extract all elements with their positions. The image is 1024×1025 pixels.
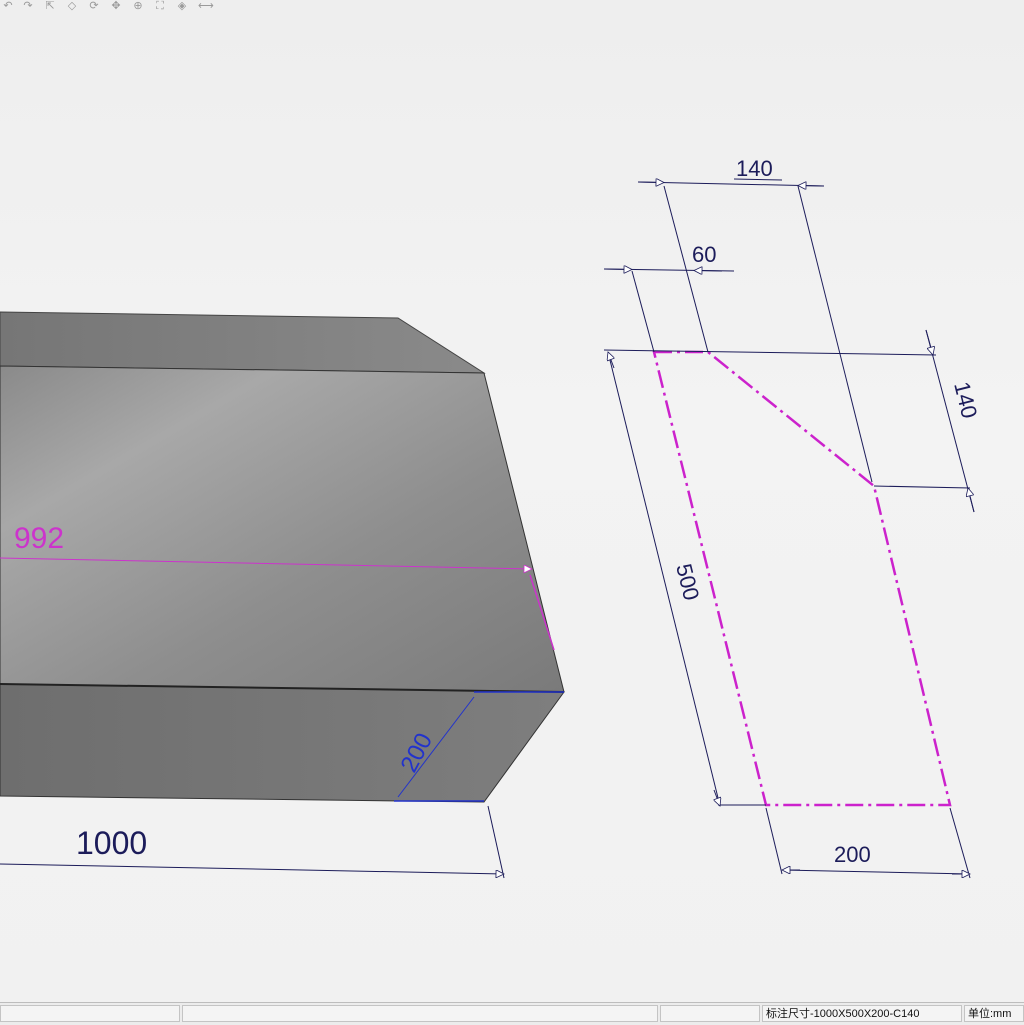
dim-200-bottom: 200	[834, 842, 871, 867]
status-cell-empty-2	[182, 1005, 658, 1022]
dim-500: 500	[671, 561, 704, 603]
status-bar: 标注尺寸-1000X500X200-C140 单位:mm	[0, 1002, 1024, 1025]
status-unit: 单位:mm	[964, 1005, 1024, 1022]
block-top-face	[0, 311, 486, 374]
dim-line-1000	[0, 863, 504, 874]
block-model[interactable]	[0, 311, 565, 803]
dim-992: 992	[14, 522, 64, 555]
status-cell-empty-3	[660, 1005, 760, 1022]
status-cell-empty-1	[0, 1005, 180, 1022]
block-chamfer-face	[0, 365, 565, 693]
dim-1000: 1000	[76, 825, 147, 861]
block-bottom-face	[0, 683, 565, 803]
profile-drawing[interactable]: 140 60 140 500 200	[603, 156, 982, 879]
3d-viewport[interactable]: 992 200 1000 140 60 140 500 200	[0, 0, 1024, 1000]
status-spec: 标注尺寸-1000X500X200-C140	[762, 1005, 962, 1022]
dim-140-side: 140	[949, 379, 982, 421]
dim-60: 60	[692, 242, 716, 267]
dim-140-top: 140	[736, 156, 773, 181]
